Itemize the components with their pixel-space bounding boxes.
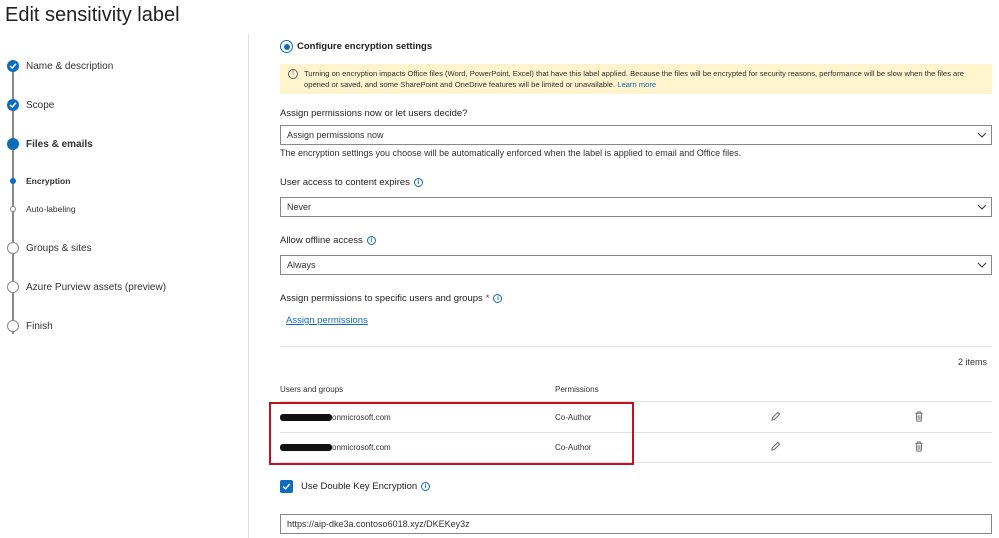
wizard-step-label: Auto-labeling [26,204,76,214]
assign-question-text: Assign permissions now or let users deci… [280,108,468,119]
page-title: Edit sensitivity label [5,4,180,26]
expires-value: Never [287,202,312,212]
chevron-down-icon [977,132,987,138]
delete-trash-icon[interactable] [914,411,924,422]
offline-label-text: Allow offline access [280,235,363,246]
encryption-warning-banner: ! Turning on encryption impacts Office f… [280,64,992,94]
check-icon [7,99,19,111]
assign-permissions-link[interactable]: Assign permissions [286,315,368,326]
offline-dropdown[interactable]: Always [280,255,992,275]
red-highlight-box [269,402,634,465]
offline-label: Allow offline access i [280,235,376,246]
delete-trash-icon[interactable] [914,441,924,452]
chevron-down-icon [977,262,987,268]
wizard-step-label: Finish [26,320,53,332]
specific-users-label: Assign permissions to specific users and… [280,293,503,304]
edit-pencil-icon[interactable] [770,411,781,422]
offline-value: Always [287,260,316,270]
edit-pencil-icon[interactable] [770,441,781,452]
dke-label: Use Double Key Encryption [301,481,418,492]
warning-icon: ! [288,69,298,79]
assign-question-label: Assign permissions now or let users deci… [280,108,467,119]
assign-helper-text: The encryption settings you choose will … [280,148,742,158]
expires-label: User access to content expires i [280,177,423,188]
required-mark: * [485,293,490,304]
wizard-step-label: Name & description [26,60,114,72]
dke-url-value: https://aip-dke3a.contoso6018.xyz/DKEKey… [287,519,470,529]
double-key-encryption-option[interactable]: Use Double Key Encryption i [280,480,431,493]
wizard-step-label: Encryption [26,176,71,186]
expires-label-text: User access to content expires [280,177,410,188]
encryption-panel: Configure encryption settings ! Turning … [250,34,999,538]
wizard-step-label: Files & emails [26,138,93,150]
checkbox-checked-icon[interactable] [280,480,293,493]
configure-encryption-label: Configure encryption settings [297,41,433,52]
pending-step-icon [7,242,19,254]
items-count: 2 items [957,357,987,367]
pending-substep-icon [10,206,16,212]
specific-users-text: Assign permissions to specific users and… [280,293,483,304]
info-icon[interactable]: i [413,178,423,187]
pending-step-icon [7,281,19,293]
info-icon[interactable]: i [493,294,503,303]
current-step-icon [7,138,19,150]
active-substep-icon [10,178,16,184]
wizard-nav: Name & description Scope Files & emails … [0,34,249,538]
assign-permissions-value: Assign permissions now [287,130,384,140]
wizard-step-label: Groups & sites [26,242,92,254]
chevron-down-icon [977,204,987,210]
dke-url-input[interactable]: https://aip-dke3a.contoso6018.xyz/DKEKey… [280,514,992,534]
column-header-permissions[interactable]: Permissions [555,385,599,394]
expires-dropdown[interactable]: Never [280,197,992,217]
divider [280,346,992,347]
learn-more-link[interactable]: Learn more [617,80,656,89]
wizard-step-label: Azure Purview assets (preview) [26,281,167,293]
check-icon [7,60,19,72]
wizard-progress-line [12,72,14,334]
column-header-users[interactable]: Users and groups [280,385,343,394]
radio-selected-icon[interactable] [280,40,293,53]
configure-encryption-option[interactable]: Configure encryption settings [280,40,432,53]
wizard-step-label: Scope [26,99,55,111]
info-icon[interactable]: i [421,482,431,491]
assign-permissions-dropdown[interactable]: Assign permissions now [280,125,992,145]
info-icon[interactable]: i [366,236,376,245]
pending-step-icon [7,320,19,332]
